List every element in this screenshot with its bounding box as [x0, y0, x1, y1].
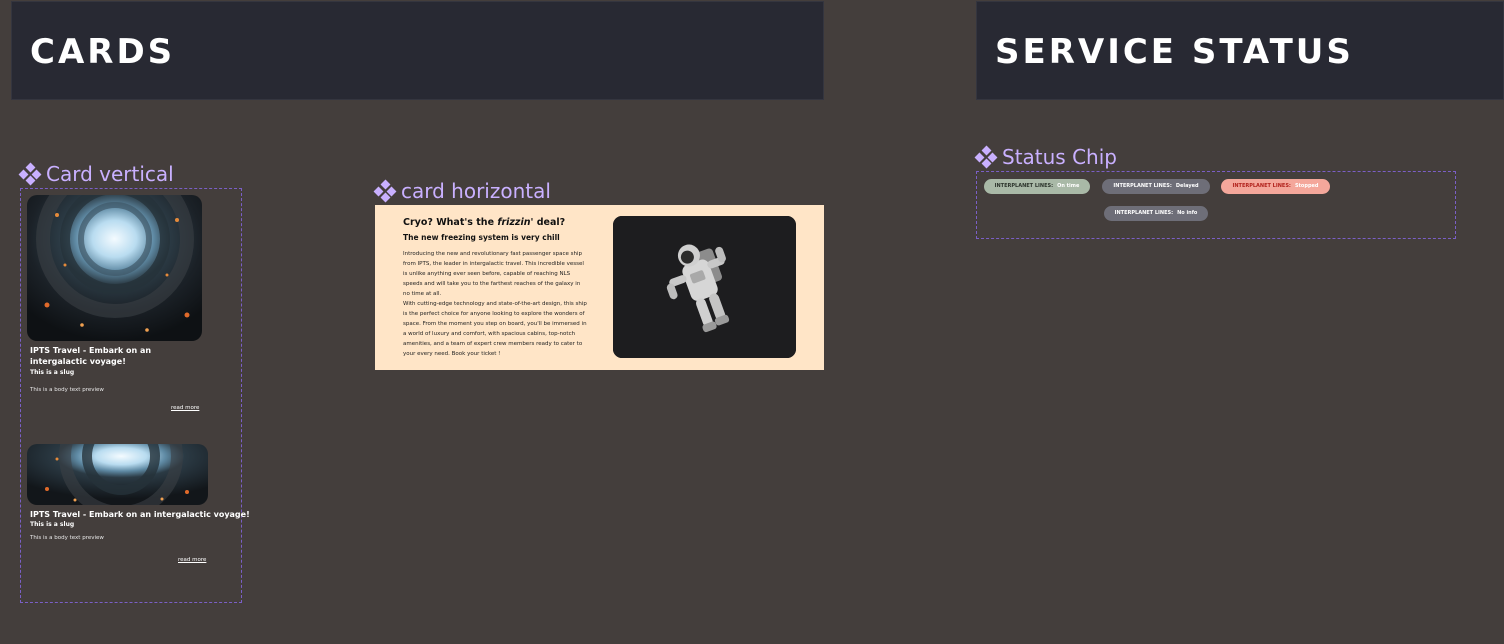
status-chip-label: Status Chip: [1002, 145, 1117, 169]
card-title: IPTS Travel - Embark on an intergalactic…: [30, 510, 250, 519]
card-body-preview: This is a body text preview: [30, 535, 104, 541]
cards-heading: CARDS: [30, 32, 176, 72]
chip-label: INTERPLANET LINES:: [1232, 183, 1291, 189]
card-horizontal-subtitle: The new freezing system is very chill: [403, 233, 560, 242]
chip-status: On time: [1057, 183, 1080, 189]
card-horizontal-component-title: card horizontal: [373, 179, 551, 203]
astronaut-image: [613, 216, 796, 358]
status-chip-delayed[interactable]: INTERPLANET LINES: Delayed: [1102, 179, 1210, 194]
card-vertical-label: Card vertical: [46, 162, 174, 186]
status-chip-on-time[interactable]: INTERPLANET LINES: On time: [984, 179, 1090, 194]
chip-label: INTERPLANET LINES:: [994, 183, 1054, 189]
read-more-link[interactable]: read more: [178, 557, 206, 563]
chip-status: No info: [1177, 210, 1198, 216]
card-horizontal-body: Introducing the new and revolutionary fa…: [403, 249, 588, 359]
chip-status: Delayed: [1175, 183, 1199, 189]
status-chip-component-title: Status Chip: [974, 145, 1117, 169]
service-status-banner: SERVICE STATUS: [976, 1, 1504, 100]
body-paragraph: With cutting-edge technology and state-o…: [403, 301, 587, 357]
card-title: IPTS Travel - Embark on an intergalactic…: [30, 346, 152, 366]
cards-banner: CARDS: [11, 1, 824, 100]
title-emphasis: frizzin': [497, 217, 534, 228]
component-diamond-icon: [18, 162, 42, 186]
title-text: Cryo? What's the: [403, 217, 498, 228]
chip-label: INTERPLANET LINES:: [1114, 210, 1174, 216]
service-status-heading: SERVICE STATUS: [995, 32, 1354, 72]
component-diamond-icon: [974, 145, 998, 169]
card-slug: This is a slug: [30, 369, 75, 376]
read-more-link[interactable]: read more: [171, 405, 199, 411]
card-horizontal-title: Cryo? What's the frizzin' deal?: [403, 217, 565, 228]
chip-status: Stopped: [1294, 183, 1319, 189]
status-chip-no-info[interactable]: INTERPLANET LINES: No info: [1104, 206, 1208, 221]
status-chip-stopped[interactable]: INTERPLANET LINES: Stopped: [1221, 179, 1330, 194]
space-station-image: [27, 195, 202, 341]
card-slug: This is a slug: [30, 521, 75, 528]
card-vertical-component-title: Card vertical: [18, 162, 174, 186]
component-diamond-icon: [373, 179, 397, 203]
title-text-end: deal?: [533, 217, 566, 228]
card-horizontal: Cryo? What's the frizzin' deal? The new …: [375, 205, 824, 370]
chip-label: INTERPLANET LINES:: [1113, 183, 1172, 189]
space-station-image: [27, 444, 208, 505]
card-horizontal-label: card horizontal: [401, 179, 551, 203]
body-paragraph: Introducing the new and revolutionary fa…: [403, 251, 584, 297]
card-body-preview: This is a body text preview: [30, 387, 104, 393]
